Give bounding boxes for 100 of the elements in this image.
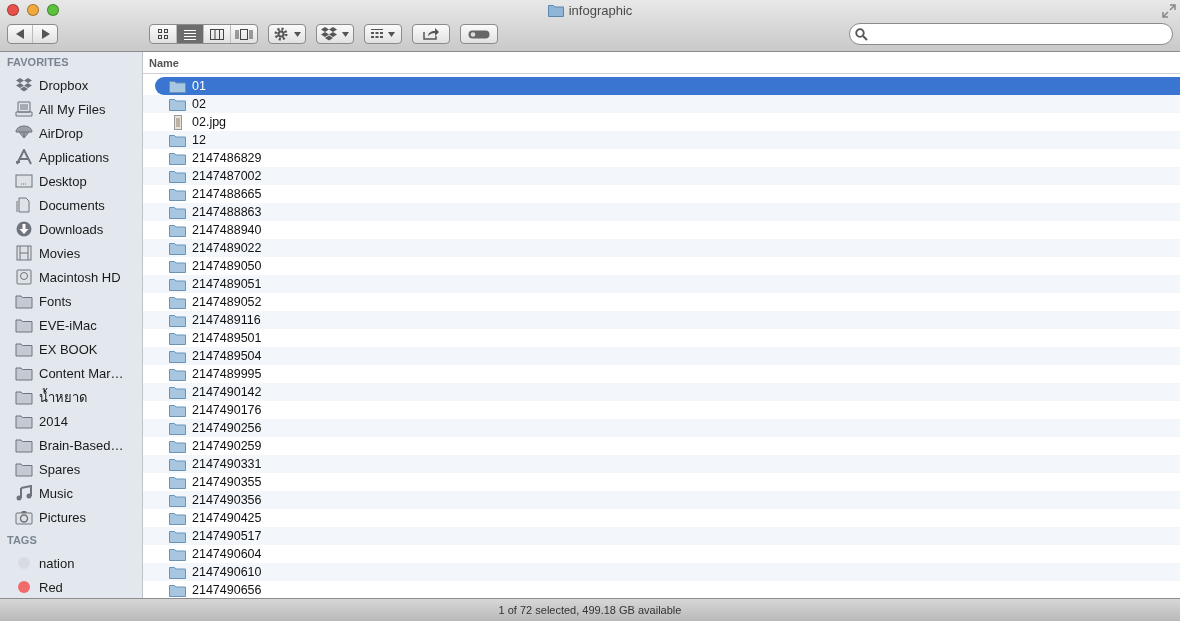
sidebar-item[interactable]: EX BOOK	[0, 337, 142, 361]
sidebar-item[interactable]: Downloads	[0, 217, 142, 241]
file-row[interactable]: 2147490604	[143, 545, 1180, 563]
folder-icon	[15, 437, 33, 453]
sidebar-item[interactable]: Red	[0, 575, 142, 598]
share-button[interactable]	[412, 24, 450, 44]
icon-view-icon	[157, 28, 169, 40]
sidebar-heading: FAVORITES	[6, 55, 70, 70]
file-row[interactable]: 2147488665	[143, 185, 1180, 203]
file-row[interactable]: 01	[155, 77, 1180, 95]
folder-icon	[15, 365, 33, 381]
folder-icon	[15, 317, 33, 333]
file-row[interactable]: 2147490331	[143, 455, 1180, 473]
arrange-menu-button[interactable]	[364, 24, 402, 44]
folder-icon	[15, 389, 33, 405]
sidebar-item[interactable]: Applications	[0, 145, 142, 169]
folder-icon	[15, 413, 33, 429]
file-row[interactable]: 2147490610	[143, 563, 1180, 581]
folder-icon	[169, 367, 186, 381]
file-row[interactable]: 2147490142	[143, 383, 1180, 401]
sidebar-item[interactable]: Spares	[0, 457, 142, 481]
sidebar-item[interactable]: Music	[0, 481, 142, 505]
file-row[interactable]: 2147489501	[143, 329, 1180, 347]
file-row[interactable]: 2147489995	[143, 365, 1180, 383]
sidebar-item[interactable]: Brain-Based…	[0, 433, 142, 457]
folder-icon	[169, 313, 186, 327]
cover-flow-icon	[235, 28, 253, 40]
folder-icon	[169, 169, 186, 183]
sidebar-item[interactable]: น้ำหยาด	[0, 385, 142, 409]
view-mode-button[interactable]	[176, 25, 203, 43]
file-row[interactable]: 2147490256	[143, 419, 1180, 437]
document-icon	[15, 197, 33, 213]
folder-icon	[169, 277, 186, 291]
folder-icon	[169, 151, 186, 165]
file-row[interactable]: 2147488863	[143, 203, 1180, 221]
file-row[interactable]: 2147489504	[143, 347, 1180, 365]
folder-icon	[169, 385, 186, 399]
sidebar-item[interactable]: Dropbox	[0, 73, 142, 97]
sidebar-item[interactable]: Movies	[0, 241, 142, 265]
parachute-icon	[15, 125, 33, 141]
app-letter-icon	[15, 149, 33, 165]
folder-icon	[15, 461, 33, 477]
folder-icon	[169, 223, 186, 237]
folder-icon	[169, 403, 186, 417]
close-button[interactable]	[7, 4, 19, 16]
minimize-button[interactable]	[27, 4, 39, 16]
zoom-button[interactable]	[47, 4, 59, 16]
sidebar-item[interactable]: Documents	[0, 193, 142, 217]
file-row[interactable]: 2147490176	[143, 401, 1180, 419]
dropbox-icon	[321, 27, 337, 41]
folder-icon	[169, 349, 186, 363]
folder-icon	[169, 331, 186, 345]
file-row[interactable]: 2147490656	[143, 581, 1180, 598]
file-row[interactable]: 2147490355	[143, 473, 1180, 491]
file-row[interactable]: 2147489052	[143, 293, 1180, 311]
file-row[interactable]: 2147490259	[143, 437, 1180, 455]
file-row[interactable]: 2147489022	[143, 239, 1180, 257]
tag-button[interactable]	[460, 24, 498, 44]
folder-icon	[15, 293, 33, 309]
back-forward-control[interactable]	[7, 24, 58, 44]
file-cabinet-icon	[15, 101, 33, 117]
sidebar-item[interactable]: AirDrop	[0, 121, 142, 145]
dropbox-menu-button[interactable]	[316, 24, 354, 44]
folder-icon	[547, 4, 564, 17]
sidebar-item[interactable]: All My Files	[0, 97, 142, 121]
column-header[interactable]: Name	[143, 52, 1180, 74]
file-row[interactable]: 2147490425	[143, 509, 1180, 527]
file-row[interactable]: 2147490517	[143, 527, 1180, 545]
gear-icon	[273, 26, 289, 42]
sidebar-item[interactable]: Content Mar…	[0, 361, 142, 385]
caret-icon	[388, 31, 395, 37]
sidebar-item[interactable]: EVE-iMac	[0, 313, 142, 337]
file-row[interactable]: 2147489051	[143, 275, 1180, 293]
sidebar-item[interactable]: Macintosh HD	[0, 265, 142, 289]
sidebar-item[interactable]: Fonts	[0, 289, 142, 313]
file-row[interactable]: 02	[143, 95, 1180, 113]
file-row[interactable]: 2147490356	[143, 491, 1180, 509]
action-menu-button[interactable]	[268, 24, 306, 44]
folder-icon	[169, 79, 186, 93]
file-row[interactable]: 2147487002	[143, 167, 1180, 185]
folder-icon	[169, 457, 186, 471]
file-row[interactable]: 2147489116	[143, 311, 1180, 329]
view-mode-control[interactable]	[149, 24, 258, 44]
list-view-icon	[184, 28, 196, 40]
folder-icon	[169, 133, 186, 147]
file-row[interactable]: 2147488940	[143, 221, 1180, 239]
file-row[interactable]: 2147489050	[143, 257, 1180, 275]
file-row[interactable]: 02.jpg	[143, 113, 1180, 131]
file-row[interactable]: 2147486829	[143, 149, 1180, 167]
file-row[interactable]: 12	[143, 131, 1180, 149]
folder-icon	[169, 565, 186, 579]
fullscreen-icon[interactable]	[1162, 4, 1176, 18]
search-field[interactable]	[849, 23, 1173, 45]
sidebar-item[interactable]: 2014	[0, 409, 142, 433]
sidebar-item[interactable]: Pictures	[0, 505, 142, 529]
download-icon	[15, 221, 33, 237]
sidebar-item[interactable]: Desktop	[0, 169, 142, 193]
folder-icon	[169, 187, 186, 201]
search-icon	[855, 27, 868, 41]
sidebar-item[interactable]: nation	[0, 551, 142, 575]
